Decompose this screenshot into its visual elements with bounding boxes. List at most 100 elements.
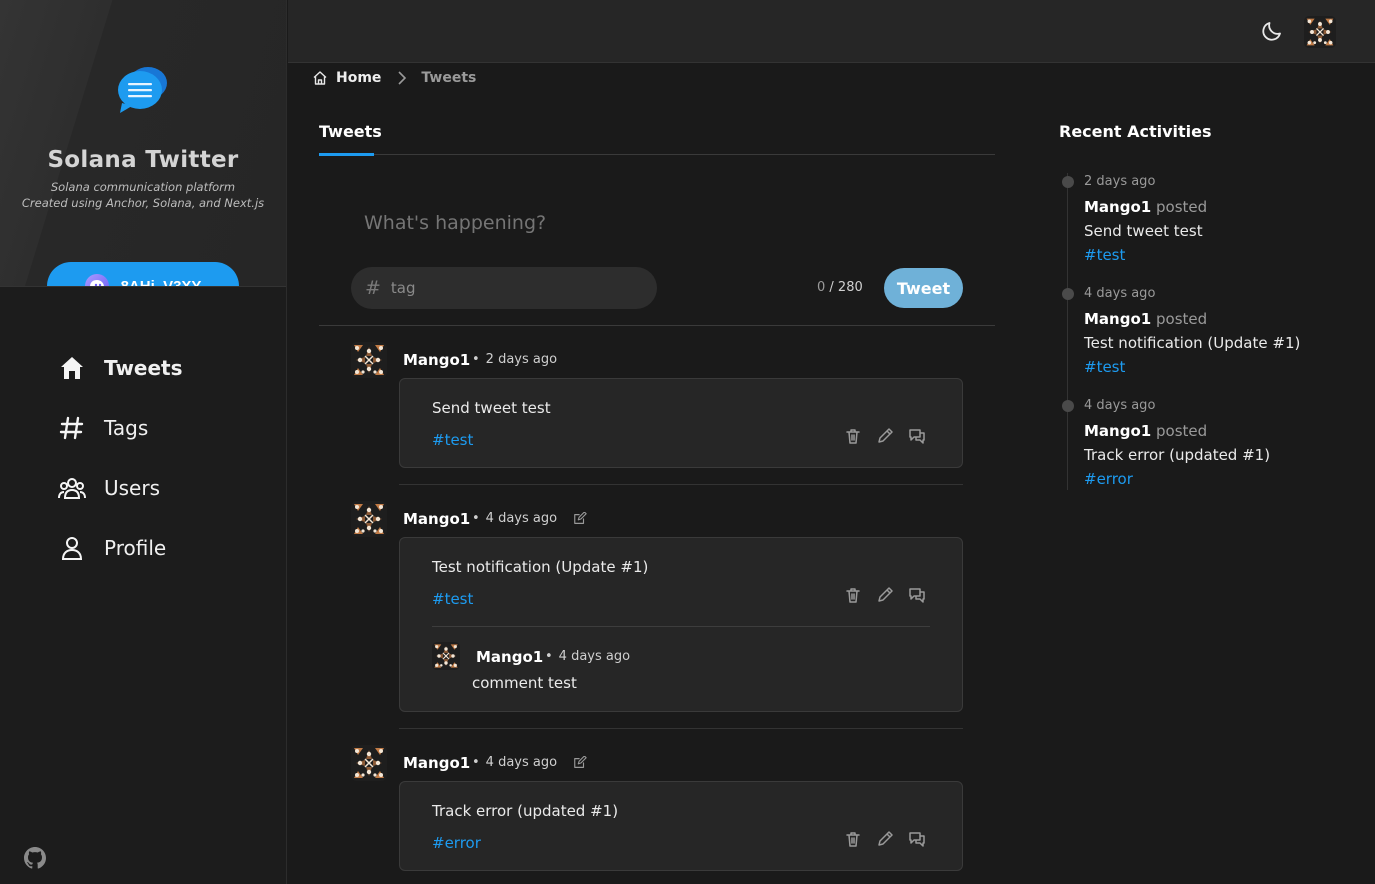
activity-tag[interactable]: #test [1084, 356, 1344, 380]
user-avatar[interactable] [1304, 16, 1336, 48]
activity-summary: Mango1 posted [1084, 196, 1344, 220]
comment-time: 4 days ago [558, 649, 631, 664]
nav-item-label: Tags [104, 416, 149, 440]
tweet-button[interactable]: Tweet [884, 268, 963, 308]
activity-item[interactable]: 4 days ago Mango1 posted Test notificati… [1062, 286, 1344, 380]
tweet-meta: • 2 days ago [472, 352, 557, 367]
tweet-time: 2 days ago [485, 352, 558, 367]
tweet-author[interactable]: Mango1 [403, 351, 470, 369]
dot-separator: • [472, 755, 480, 770]
activity-text: Track error (updated #1) [1084, 446, 1271, 464]
dot-separator: • [472, 352, 480, 367]
character-limit: / 280 [829, 280, 863, 295]
moon-icon[interactable] [1260, 19, 1284, 43]
edited-icon [574, 755, 587, 768]
comment-author[interactable]: Mango1 [476, 648, 543, 666]
chevron-right-icon [397, 70, 407, 86]
tweet-card: Send tweet test #test [399, 378, 963, 468]
character-counter: 0 / 280 [817, 280, 863, 295]
top-bar [288, 0, 1375, 63]
activity-user[interactable]: Mango1 [1084, 422, 1151, 440]
trash-icon[interactable] [844, 427, 862, 445]
tweet-meta: • 4 days ago [472, 511, 587, 526]
activity-text: Send tweet test [1084, 222, 1203, 240]
comment-icon[interactable] [908, 830, 926, 848]
timeline-line [1067, 173, 1068, 490]
nav-item-users[interactable]: Users [58, 468, 160, 508]
tweet-actions [844, 830, 926, 848]
sidebar: Solana Twitter Solana communication plat… [0, 0, 287, 884]
hashtag-icon [59, 416, 84, 440]
tweet-text: Send tweet test [432, 399, 551, 417]
comment-icon[interactable] [908, 427, 926, 445]
timeline-dot [1062, 400, 1074, 412]
phantom-wallet-icon [84, 274, 109, 286]
nav-item-tweets[interactable]: Tweets [58, 348, 183, 388]
tweet-composer-input[interactable] [364, 212, 864, 234]
tweet-card: Test notification (Update #1) #test Mang… [399, 537, 963, 712]
tweet-tag[interactable]: #test [432, 590, 473, 608]
activity-verb: posted [1156, 422, 1208, 440]
character-count: 0 [817, 280, 826, 295]
activity-tag[interactable]: #error [1084, 468, 1344, 492]
divider [399, 728, 963, 729]
wallet-address: 8AHj..V3XY [120, 277, 202, 287]
nav-item-label: Tweets [104, 356, 183, 380]
timeline-dot [1062, 176, 1074, 188]
app-title: Solana Twitter [47, 147, 239, 173]
user-icon [61, 537, 83, 560]
home-icon [61, 357, 83, 379]
pencil-icon[interactable] [876, 830, 894, 848]
nav-item-tags[interactable]: Tags [58, 408, 148, 448]
tweet-tag[interactable]: #test [432, 431, 473, 449]
pencil-icon[interactable] [876, 427, 894, 445]
tweet-time: 4 days ago [485, 755, 558, 770]
recent-activities-title: Recent Activities [1059, 122, 1212, 141]
activity-verb: posted [1156, 198, 1208, 216]
activity-text: Test notification (Update #1) [1084, 334, 1301, 352]
divider [399, 484, 963, 485]
comment-author-avatar[interactable] [432, 642, 460, 670]
activity-time: 4 days ago [1084, 398, 1156, 413]
timeline-dot [1062, 288, 1074, 300]
tag-input[interactable] [390, 279, 611, 297]
nav-item-profile[interactable]: Profile [58, 528, 166, 568]
comment-text: comment test [472, 674, 577, 692]
comment-meta: • 4 days ago [545, 649, 630, 664]
activity-verb: posted [1156, 310, 1208, 328]
author-avatar[interactable] [351, 342, 387, 378]
tweet-tag[interactable]: #error [432, 834, 481, 852]
author-avatar[interactable] [351, 501, 387, 537]
tab-tweets[interactable]: Tweets [319, 117, 382, 156]
author-avatar[interactable] [351, 745, 387, 781]
activity-time: 4 days ago [1084, 286, 1156, 301]
tab-bar: Tweets [319, 117, 995, 156]
dot-separator: • [472, 511, 480, 526]
tag-field[interactable]: # [351, 267, 657, 309]
breadcrumb-home[interactable]: Home [312, 70, 381, 86]
activity-item[interactable]: 4 days ago Mango1 posted Track error (up… [1062, 398, 1344, 492]
edited-icon [574, 511, 587, 524]
activity-summary: Mango1 posted [1084, 420, 1344, 444]
trash-icon[interactable] [844, 830, 862, 848]
activity-item[interactable]: 2 days ago Mango1 posted Send tweet test… [1062, 174, 1344, 268]
tweet-text: Test notification (Update #1) [432, 558, 649, 576]
breadcrumb-home-label: Home [336, 70, 382, 86]
activity-summary: Mango1 posted [1084, 308, 1344, 332]
activity-user[interactable]: Mango1 [1084, 198, 1151, 216]
comment-icon[interactable] [908, 586, 926, 604]
activity-user[interactable]: Mango1 [1084, 310, 1151, 328]
tweet-actions [844, 427, 926, 445]
activity-time: 2 days ago [1084, 174, 1156, 189]
tweet-author[interactable]: Mango1 [403, 510, 470, 528]
activity-tag[interactable]: #test [1084, 244, 1344, 268]
tweet-text: Track error (updated #1) [432, 802, 619, 820]
github-icon[interactable] [23, 846, 47, 870]
trash-icon[interactable] [844, 586, 862, 604]
breadcrumb: Home Tweets [312, 66, 476, 90]
wallet-button[interactable]: 8AHj..V3XY [47, 262, 239, 287]
tweet-author[interactable]: Mango1 [403, 754, 470, 772]
pencil-icon[interactable] [876, 586, 894, 604]
tweet-card: Track error (updated #1) #error [399, 781, 963, 871]
tweet-time: 4 days ago [485, 511, 558, 526]
